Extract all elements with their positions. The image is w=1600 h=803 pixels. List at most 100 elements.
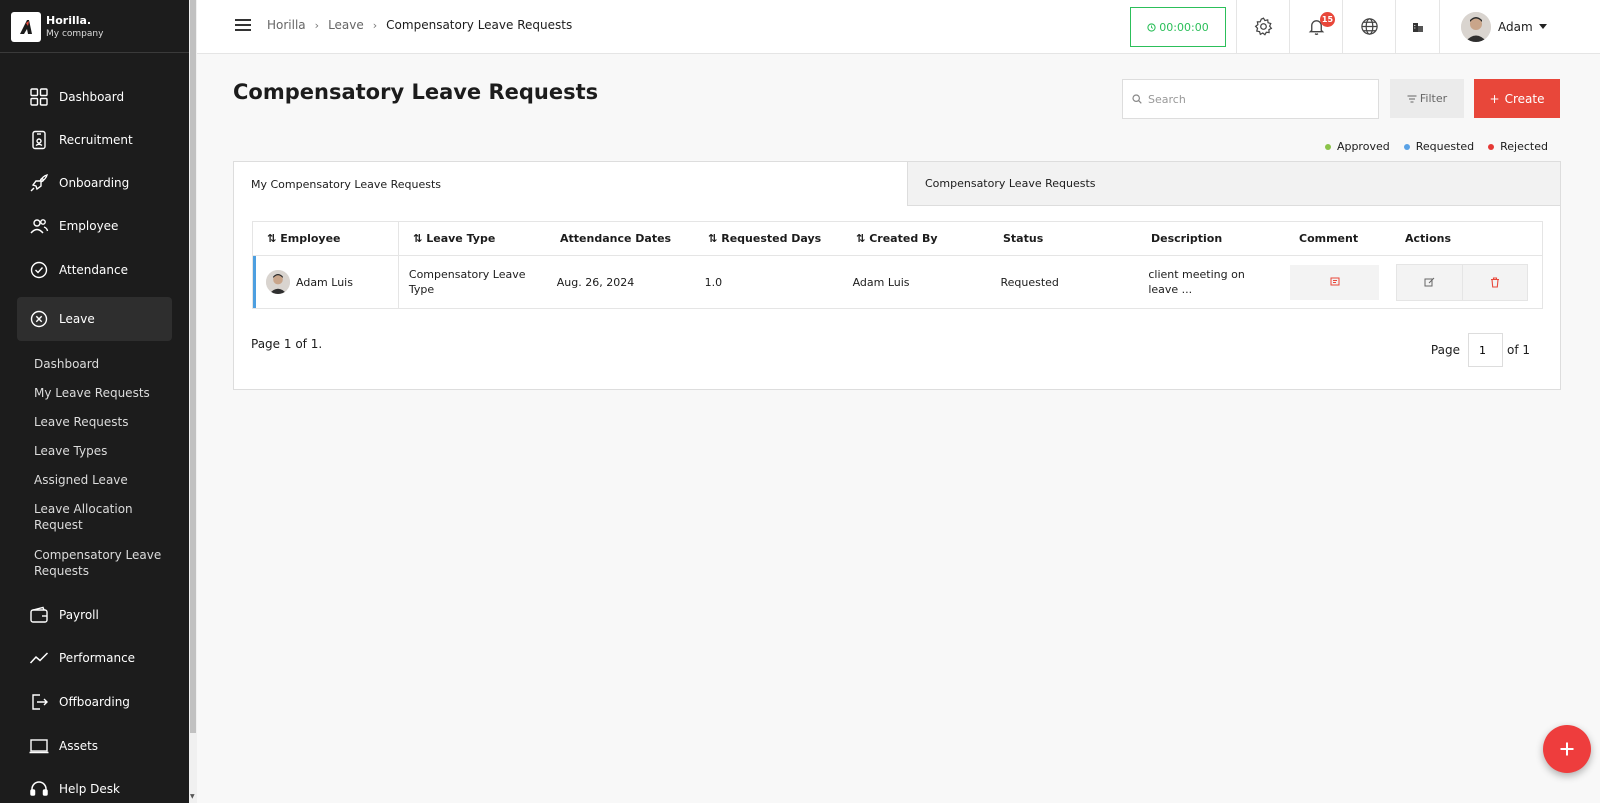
sort-icon: ⇅ [708, 232, 718, 245]
sort-icon: ⇅ [856, 232, 866, 245]
column-label: Comment [1299, 232, 1359, 245]
cell-description: client meeting on leave ... [1148, 268, 1245, 296]
column-employee[interactable]: ⇅ Employee [253, 222, 399, 255]
scroll-down-arrow-icon[interactable]: ▼ [190, 793, 195, 800]
legend-label: Requested [1415, 140, 1475, 153]
column-status: Status [989, 222, 1137, 255]
submenu-item-leave-types[interactable]: Leave Types [34, 443, 184, 459]
language-button[interactable] [1342, 0, 1395, 53]
sidebar-item-label: Onboarding [59, 176, 130, 190]
sidebar-item-label: Payroll [59, 608, 99, 622]
column-label: Actions [1405, 232, 1451, 245]
user-menu[interactable]: Adam [1439, 0, 1547, 53]
sidebar-item-label: Leave [59, 312, 95, 326]
check-circle-icon [29, 260, 49, 280]
sidebar-item-label: Recruitment [59, 133, 133, 147]
search-input[interactable] [1148, 92, 1368, 106]
menu-toggle-icon[interactable] [235, 19, 253, 33]
sidebar-item-employee[interactable]: Employee [17, 204, 172, 248]
cell-attendance-dates: Aug. 26, 2024 [556, 275, 635, 289]
sidebar-item-label: Attendance [59, 263, 128, 277]
cell-employee: Adam Luis [256, 256, 399, 308]
horilla-logo-icon [11, 12, 41, 42]
breadcrumb-horilla[interactable]: Horilla [267, 18, 306, 32]
table-row[interactable]: Adam Luis Compensatory Leave Type Aug. 2… [253, 256, 1542, 308]
plus-icon: + [1489, 91, 1500, 106]
sidebar-scrollbar[interactable]: ▼ [189, 0, 197, 803]
filter-icon [1407, 94, 1417, 103]
comment-button[interactable] [1290, 264, 1380, 300]
company-name: My company [46, 29, 104, 39]
legend-label: Rejected [1500, 140, 1548, 153]
grid-icon [29, 87, 49, 107]
create-button[interactable]: + Create [1474, 79, 1560, 118]
column-label: Employee [280, 232, 341, 245]
brand[interactable]: Horilla. My company [11, 12, 103, 42]
column-attendance-dates: Attendance Dates [546, 222, 694, 255]
notification-count-badge: 15 [1320, 12, 1335, 27]
edit-icon [1424, 277, 1435, 286]
settings-button[interactable] [1236, 0, 1289, 53]
legend-requested[interactable]: Requested [1403, 140, 1475, 153]
sidebar-item-performance[interactable]: Performance [17, 636, 172, 680]
brand-divider [0, 52, 189, 53]
sidebar-item-help-desk[interactable]: Help Desk [17, 767, 172, 803]
badge-icon [29, 130, 49, 150]
breadcrumb-leave[interactable]: Leave [328, 18, 364, 32]
cell-created-by: Adam Luis [852, 275, 910, 289]
submenu-item-my-leave-requests[interactable]: My Leave Requests [34, 385, 184, 401]
approved-dot-icon [1324, 143, 1331, 150]
legend-rejected[interactable]: Rejected [1488, 140, 1548, 153]
column-description: Description [1137, 222, 1285, 255]
cell-requested-days: 1.0 [704, 275, 723, 289]
filter-button[interactable]: Filter [1390, 79, 1464, 118]
quick-add-button[interactable] [1543, 725, 1591, 773]
column-leave-type[interactable]: ⇅ Leave Type [399, 222, 546, 255]
avatar [1461, 11, 1491, 42]
breadcrumb-current: Compensatory Leave Requests [386, 18, 573, 32]
sidebar-item-leave[interactable]: Leave [17, 297, 172, 341]
page-number-input[interactable] [1467, 333, 1503, 367]
edit-button[interactable] [1397, 264, 1463, 300]
cell-comment [1286, 256, 1392, 308]
submenu-item-compensatory-leave-requests[interactable]: Compensatory Leave Requests [34, 547, 184, 579]
submenu-item-dashboard[interactable]: Dashboard [34, 356, 184, 372]
company-switch-button[interactable] [1395, 0, 1439, 53]
chevron-right-icon: › [314, 18, 320, 32]
sidebar-item-label: Performance [59, 651, 136, 665]
sidebar-item-payroll[interactable]: Payroll [17, 593, 172, 637]
submenu-item-leave-allocation-request[interactable]: Leave Allocation Request [34, 501, 184, 533]
sidebar-item-label: Dashboard [59, 90, 125, 104]
sidebar-item-onboarding[interactable]: Onboarding [17, 161, 172, 205]
column-created-by[interactable]: ⇅ Created By [842, 222, 989, 255]
tab-compensatory-leave-requests[interactable]: Compensatory Leave Requests [906, 162, 1560, 206]
create-label: Create [1504, 91, 1545, 106]
requests-table: ⇅ Employee ⇅ Leave Type Attendance Dates ⇅… [252, 221, 1543, 309]
submenu-item-leave-requests[interactable]: Leave Requests [34, 414, 184, 430]
search-box[interactable] [1122, 79, 1379, 119]
sidebar-item-dashboard[interactable]: Dashboard [17, 75, 172, 119]
page-label: Page [1430, 343, 1460, 357]
clock-in-timer-button[interactable]: 00:00:00 [1130, 7, 1226, 47]
notifications-button[interactable]: 15 [1289, 0, 1342, 53]
requested-dot-icon [1403, 143, 1410, 150]
clock-icon [1147, 22, 1156, 32]
delete-button[interactable] [1462, 264, 1528, 300]
timer-value: 00:00:00 [1159, 20, 1209, 34]
cell-status: Requested [1000, 275, 1059, 289]
building-icon [1412, 22, 1423, 32]
column-requested-days[interactable]: ⇅ Requested Days [694, 222, 842, 255]
sidebar-item-recruitment[interactable]: Recruitment [17, 118, 172, 162]
cell-leave-type: Compensatory Leave Type [408, 268, 526, 296]
people-icon [29, 216, 49, 236]
scrollbar-thumb[interactable] [190, 0, 196, 733]
tab-my-compensatory-leave-requests[interactable]: My Compensatory Leave Requests [234, 162, 907, 206]
legend-approved[interactable]: Approved [1324, 140, 1390, 153]
sidebar-item-offboarding[interactable]: Offboarding [17, 680, 172, 724]
sidebar-item-attendance[interactable]: Attendance [17, 248, 172, 292]
page-info: Page 1 of 1. [251, 337, 323, 351]
sidebar-item-label: Assets [59, 739, 99, 753]
submenu-item-assigned-leave[interactable]: Assigned Leave [34, 472, 184, 488]
column-label: Attendance Dates [560, 232, 672, 245]
sidebar-item-assets[interactable]: Assets [17, 724, 172, 768]
